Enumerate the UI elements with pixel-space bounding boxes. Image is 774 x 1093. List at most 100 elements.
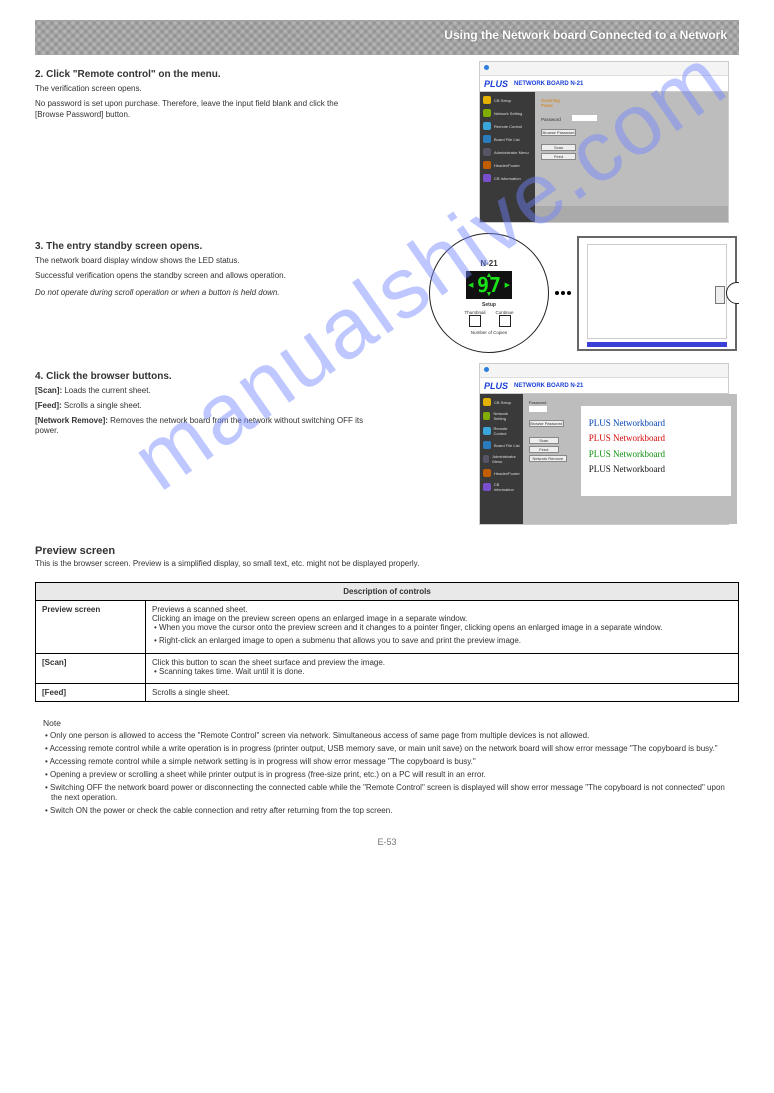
file-icon [483, 135, 491, 143]
scan-button[interactable]: Scan [541, 144, 576, 151]
setup-label: Setup [482, 302, 496, 308]
preview-line: PLUS Networkboard [589, 416, 723, 431]
network-icon [483, 109, 491, 117]
sidebar-item-info[interactable]: CB Information [483, 174, 532, 182]
plus-logo: PLUS [484, 79, 508, 89]
step4-feed: [Feed]: Scrolls a single sheet. [35, 401, 365, 412]
device-model: N-21 [480, 259, 497, 268]
sidebar-item-label: Administrator Menu [494, 150, 529, 155]
row-label: [Feed] [36, 684, 146, 702]
gear-icon [483, 148, 491, 156]
section-label: Scanning Panel [541, 98, 571, 108]
sidebar-item-admin[interactable]: Administrator Menu [483, 148, 532, 156]
pencil-icon [483, 96, 491, 104]
header-bar: Using the Network board Connected to a N… [35, 20, 739, 55]
sidebar-item-network[interactable]: Network Setting [483, 109, 532, 117]
note-block: Note • Only one person is allowed to acc… [35, 712, 739, 825]
controls-table: Description of controls Preview screen P… [35, 582, 739, 702]
browser-screenshot-2: PLUS NETWORK BOARD N-21 CB Setup Network… [479, 363, 729, 525]
note-item: • Accessing remote control while a simpl… [43, 757, 731, 768]
network-remove-button[interactable]: Network Remove [529, 455, 567, 462]
sidebar-item-label: Header/Footer [494, 471, 520, 476]
row-desc: Previews a scanned sheet. Clicking an im… [146, 601, 739, 654]
row-label: [Scan] [36, 653, 146, 684]
table-row: [Scan] Click this button to scan the she… [36, 653, 739, 684]
control-panel-zoom: N-21 ▲ ▼ ◀ ▶ 97 Setup Thumbnail Continue [429, 233, 549, 353]
file-icon [483, 441, 491, 449]
browser-screenshot-1: PLUS NETWORK BOARD N-21 CB Setup Network… [479, 61, 729, 223]
sidebar-item-admin[interactable]: Administrator Menu [483, 454, 520, 464]
sidebar-item-label: CB Setup [494, 400, 511, 405]
sidebar-item-header[interactable]: Header/Footer [483, 161, 532, 169]
password-input[interactable] [572, 115, 597, 121]
sidebar-item-cbsetup[interactable]: CB Setup [483, 96, 532, 104]
main-panel: Scanning Panel Password Browse Password … [535, 92, 728, 222]
header-title: Using the Network board Connected to a N… [444, 28, 727, 42]
sidebar-item-remote[interactable]: Remote Control [483, 122, 532, 130]
continue-button[interactable] [499, 315, 511, 327]
sidebar-item-filelist[interactable]: Board File List [483, 135, 532, 143]
sidebar-item-network[interactable]: Network Setting [483, 411, 520, 421]
arrow-down-icon: ▼ [486, 291, 493, 298]
note-item: • Accessing remote control while a write… [43, 744, 731, 755]
info-icon [483, 174, 491, 182]
sidebar-item-header[interactable]: Header/Footer [483, 469, 520, 477]
step4-scan: [Scan]: Loads the current sheet. [35, 386, 365, 397]
step3-line0: The network board display window shows t… [35, 256, 365, 267]
password-input[interactable] [529, 406, 547, 412]
whiteboard-diagram [577, 236, 737, 351]
sidebar: CB Setup Network Setting Remote Control … [480, 394, 523, 524]
note-heading: Note [43, 718, 731, 728]
sidebar-item-cbsetup[interactable]: CB Setup [483, 398, 520, 406]
sidebar-item-label: CB Information [494, 482, 520, 492]
table-header: Description of controls [36, 583, 739, 601]
sidebar-item-label: Board File List [494, 137, 520, 142]
preview-line: PLUS Networkboard [589, 462, 723, 477]
sidebar-item-label: Administrator Menu [492, 454, 519, 464]
step4-network: [Network Remove]: Removes the network bo… [35, 416, 365, 438]
arrow-left-icon: ◀ [468, 281, 473, 289]
arrow-right-icon: ▶ [505, 281, 510, 289]
sidebar-item-label: Board File List [494, 443, 520, 448]
plus-logo: PLUS [484, 381, 508, 391]
table-row: Preview screen Previews a scanned sheet.… [36, 601, 739, 654]
device-diagram: N-21 ▲ ▼ ◀ ▶ 97 Setup Thumbnail Continue [429, 233, 739, 353]
layout-icon [483, 469, 491, 477]
sidebar-item-label: Remote Control [494, 124, 522, 129]
sidebar-item-filelist[interactable]: Board File List [483, 441, 520, 449]
arrow-up-icon: ▲ [486, 272, 493, 279]
preview-image[interactable]: PLUS Networkboard PLUS Networkboard PLUS… [581, 406, 731, 496]
sidebar-item-remote[interactable]: Remote Control [483, 426, 520, 436]
app-header: PLUS NETWORK BOARD N-21 [480, 76, 728, 92]
preview-line: PLUS Networkboard [589, 431, 723, 446]
thumbnail-button[interactable] [469, 315, 481, 327]
table-row: [Feed] Scrolls a single sheet. [36, 684, 739, 702]
step3-title: 3. The entry standby screen opens. [35, 241, 365, 252]
network-icon [483, 412, 490, 420]
pencil-icon [483, 398, 491, 406]
sidebar-item-label: Remote Control [494, 426, 520, 436]
step2-line1: No password is set upon purchase. Theref… [35, 99, 365, 121]
product-name: NETWORK BOARD N-21 [514, 81, 583, 87]
lcd-display: ▲ ▼ ◀ ▶ 97 [466, 271, 512, 299]
sidebar-item-label: CB Information [494, 176, 521, 181]
preview-intro: This is the browser screen. Preview is a… [35, 559, 739, 568]
row-desc: Click this button to scan the sheet surf… [146, 653, 739, 684]
note-item: • Switching OFF the network board power … [43, 783, 731, 805]
row-desc: Scrolls a single sheet. [146, 684, 739, 702]
sidebar-item-info[interactable]: CB Information [483, 482, 520, 492]
copies-label: Number of Copies [471, 330, 507, 335]
sidebar-item-label: CB Setup [494, 98, 511, 103]
sidebar: CB Setup Network Setting Remote Control … [480, 92, 535, 222]
layout-icon [483, 161, 491, 169]
feed-button[interactable]: Feed [541, 153, 576, 160]
browse-password-button[interactable]: Browse Password [541, 129, 576, 136]
note-item: • Only one person is allowed to access t… [43, 731, 731, 742]
password-label: Password [541, 117, 571, 122]
feed-button[interactable]: Feed [529, 446, 559, 453]
browse-password-button[interactable]: Browse Password [529, 420, 564, 427]
note-item: • Switch ON the power or check the cable… [43, 806, 731, 817]
monitor-icon [483, 122, 491, 130]
scan-button[interactable]: Scan [529, 437, 559, 444]
info-icon [483, 483, 491, 491]
